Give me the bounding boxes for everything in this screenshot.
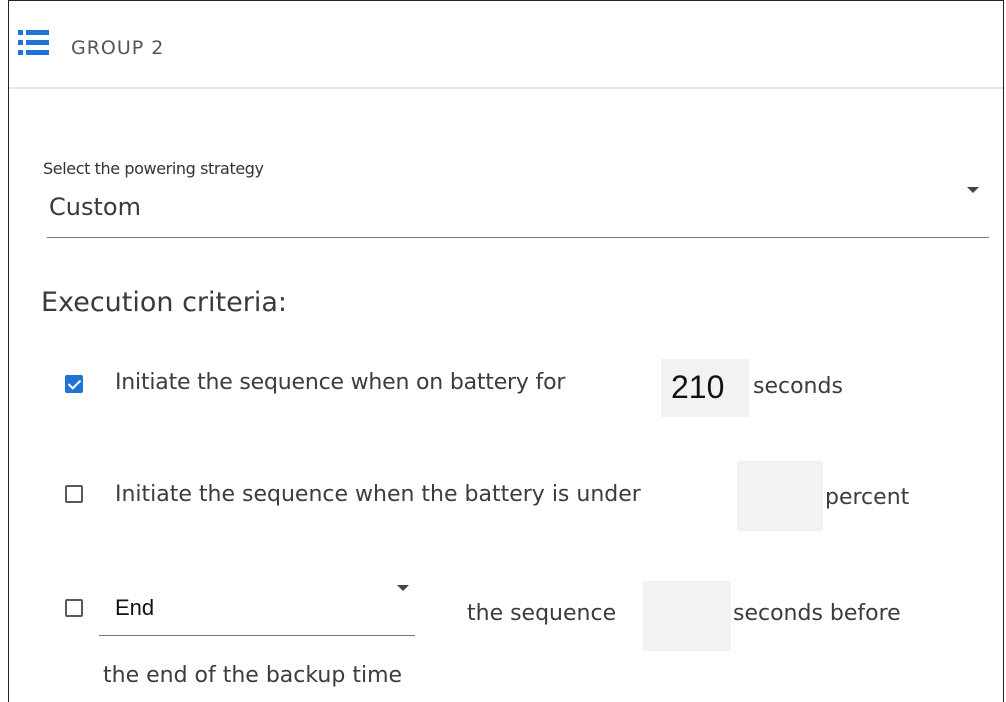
powering-strategy-label: Select the powering strategy	[43, 159, 264, 178]
menu-list-icon[interactable]	[15, 27, 51, 61]
backup-time-input[interactable]	[643, 581, 731, 651]
group-title: GROUP 2	[71, 37, 165, 59]
panel-header: GROUP 2	[9, 1, 1003, 89]
backup-time-text: the sequence	[467, 601, 617, 626]
backup-time-unit: seconds before	[733, 601, 901, 626]
chevron-down-icon	[967, 187, 979, 193]
backup-time-text-line2: the end of the backup time	[103, 663, 403, 688]
powering-strategy-select[interactable]: Custom	[47, 183, 989, 238]
group-panel: GROUP 2 Select the powering strategy Cus…	[8, 0, 1004, 702]
start-end-select[interactable]: End	[99, 585, 415, 636]
battery-time-unit: seconds	[753, 374, 843, 399]
battery-time-value: 210	[671, 369, 725, 405]
battery-time-text: Initiate the sequence when on battery fo…	[115, 370, 566, 395]
execution-criteria-title: Execution criteria:	[41, 287, 287, 318]
backup-time-checkbox[interactable]	[65, 599, 83, 617]
powering-strategy-value: Custom	[49, 193, 141, 221]
chevron-down-icon	[397, 585, 409, 591]
battery-time-checkbox[interactable]	[65, 375, 83, 393]
battery-time-input[interactable]: 210	[661, 359, 749, 417]
battery-percent-checkbox[interactable]	[65, 485, 83, 503]
battery-percent-input[interactable]	[737, 461, 823, 531]
battery-percent-unit: percent	[825, 485, 910, 510]
battery-percent-text: Initiate the sequence when the battery i…	[115, 482, 641, 507]
start-end-value: End	[115, 595, 155, 620]
